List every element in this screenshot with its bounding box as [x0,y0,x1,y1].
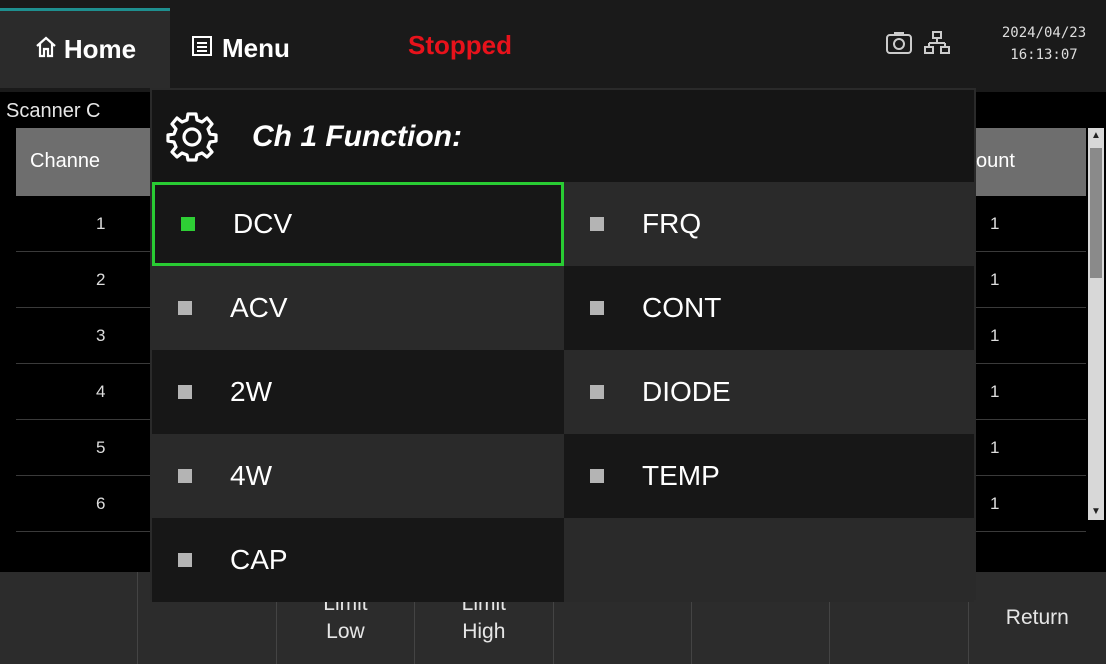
radio-indicator [590,469,604,483]
dialog-header: Ch 1 Function: [152,90,974,182]
softkey-label: High [462,620,506,643]
radio-indicator [590,217,604,231]
camera-icon[interactable] [884,28,914,63]
option-temp[interactable]: TEMP [564,434,974,518]
radio-indicator [181,217,195,231]
option-label: FRQ [642,208,702,239]
row-count: 1 [990,326,1000,345]
softkey-label: Low [326,620,365,643]
scroll-up-icon[interactable]: ▲ [1088,128,1104,144]
scroll-down-icon[interactable]: ▼ [1088,504,1104,520]
run-status: Stopped [408,30,512,60]
radio-indicator [178,301,192,315]
column-channel: Channe [30,150,101,172]
option-acv[interactable]: ACV [152,266,564,350]
menu-icon [190,34,214,63]
option-label: CONT [642,292,722,323]
radio-indicator [590,301,604,315]
datetime: 2024/04/23 16:13:07 [982,22,1106,66]
option-label: TEMP [642,460,720,491]
option-empty [564,518,974,602]
column-count: ount [976,150,1015,172]
option-2w[interactable]: 2W [152,350,564,434]
home-tab[interactable]: Home [0,8,170,88]
option-dcv[interactable]: DCV [152,182,564,266]
row-channel: 3 [96,326,106,345]
scanner-title: Scanner C [6,100,101,122]
radio-indicator [590,385,604,399]
row-count: 1 [990,382,1000,401]
row-count: 1 [990,438,1000,457]
option-label: 4W [230,460,272,491]
option-4w[interactable]: 4W [152,434,564,518]
home-icon [34,35,58,64]
table-scrollbar[interactable]: ▲ ▼ [1088,128,1104,520]
function-dialog: Ch 1 Function: DCV FRQ ACV CONT 2W DIODE [150,88,976,602]
radio-indicator [178,553,192,567]
radio-indicator [178,469,192,483]
radio-indicator [178,385,192,399]
top-bar: Home Menu Stopped 2024/04/23 16:13:07 [0,0,1106,92]
row-channel: 5 [96,438,106,457]
menu-label: Menu [222,32,290,63]
option-label: CAP [230,544,288,575]
softkey-label: Return [1005,606,1069,629]
row-channel: 2 [96,270,106,289]
return-button[interactable]: Return [968,572,1106,664]
softkey-1[interactable] [0,572,139,664]
row-channel: 1 [96,214,106,233]
row-channel: 4 [96,382,106,401]
dialog-title: Ch 1 Function: [252,120,462,153]
scrollbar-thumb[interactable] [1090,148,1102,278]
home-label: Home [63,34,137,64]
option-label: ACV [230,292,288,323]
date-text: 2024/04/23 [1001,25,1087,41]
option-cont[interactable]: CONT [564,266,974,350]
option-diode[interactable]: DIODE [564,350,974,434]
option-label: DCV [233,208,293,239]
option-label: DIODE [642,376,731,407]
row-count: 1 [990,270,1000,289]
option-label: 2W [230,376,272,407]
row-channel: 6 [96,494,106,513]
option-frq[interactable]: FRQ [564,182,974,266]
row-count: 1 [990,214,1000,233]
menu-tab[interactable]: Menu [190,8,290,88]
network-icon [924,30,950,61]
time-text: 16:13:07 [1010,47,1078,63]
gear-icon [164,108,220,169]
option-cap[interactable]: CAP [152,518,564,602]
row-count: 1 [990,494,1000,513]
